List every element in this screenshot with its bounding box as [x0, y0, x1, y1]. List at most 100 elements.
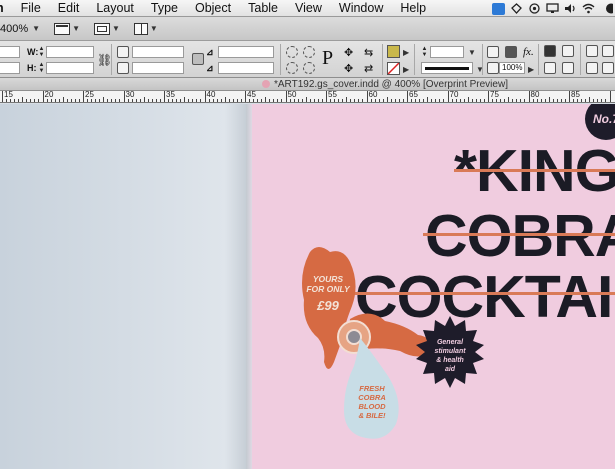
document-canvas[interactable]: No.7 *KING COBRA COCKTAIL YOURS FOR ONLY…: [0, 104, 615, 469]
zoom-level-menu[interactable]: 400% ▼: [0, 23, 40, 35]
ruler-tick: [564, 99, 566, 102]
link-scale-icon[interactable]: [192, 53, 204, 65]
menu-type[interactable]: Type: [142, 0, 186, 17]
auto-fit-icon[interactable]: [602, 62, 614, 74]
menu-window[interactable]: Window: [330, 0, 391, 17]
chevron-right-icon: ▶: [403, 48, 410, 57]
ruler-tick: [200, 99, 202, 102]
menu-app[interactable]: n: [0, 0, 12, 17]
y-field[interactable]: [0, 62, 20, 74]
constrain-proportions-icon[interactable]: ⛓: [97, 53, 112, 67]
menu-layout[interactable]: Layout: [87, 0, 142, 17]
align-right-icon[interactable]: [562, 45, 574, 57]
fill-swatch[interactable]: [387, 45, 400, 58]
select-container-icon[interactable]: ✥: [344, 46, 356, 59]
ruler-tick: [139, 99, 141, 102]
rotate-cw-icon[interactable]: [286, 46, 298, 58]
document-tab-title[interactable]: *ART192.gs_cover.indd @ 400% [Overprint …: [274, 78, 508, 91]
ruler-tick: [253, 99, 255, 102]
drop-shadow-icon[interactable]: [505, 46, 517, 58]
effects-icon[interactable]: [487, 46, 499, 58]
scale-x-field[interactable]: [132, 46, 184, 58]
menu-help[interactable]: Help: [391, 0, 434, 17]
sync-icon[interactable]: [509, 3, 523, 15]
screen-mode-button[interactable]: ▼: [93, 22, 120, 35]
grid-icon[interactable]: [586, 45, 598, 57]
user-icon[interactable]: [599, 3, 613, 15]
select-next-icon[interactable]: ⇆: [364, 46, 376, 59]
network-icon[interactable]: [527, 3, 541, 15]
rotate-ccw-icon[interactable]: [303, 46, 315, 58]
rotation-angle-field[interactable]: [218, 46, 274, 58]
guides-icon[interactable]: [602, 45, 614, 57]
menu-object[interactable]: Object: [186, 0, 239, 17]
height-field[interactable]: [46, 62, 94, 74]
volume-icon[interactable]: [563, 3, 577, 15]
menu-edit[interactable]: Edit: [49, 0, 88, 17]
ruler-tick: [443, 99, 445, 102]
blood-drop: FRESH COBRA BLOOD & BILE!: [344, 338, 399, 439]
ruler-tick: [386, 97, 388, 102]
ruler-tick: [358, 99, 360, 102]
ruler-tick: [188, 99, 190, 102]
ruler-tick: [70, 99, 72, 102]
fx-icon[interactable]: fx.: [523, 46, 535, 58]
frame-fitting-icon[interactable]: [586, 62, 598, 74]
stroke-weight-stepper[interactable]: ▲ ▼: [421, 46, 428, 58]
ruler-tick: [289, 99, 291, 102]
align-left-icon[interactable]: [544, 45, 556, 57]
ruler-tick: [431, 99, 433, 102]
ruler-tick: [321, 99, 323, 102]
arrange-documents-button[interactable]: ▼: [133, 22, 158, 35]
x-field[interactable]: [0, 46, 20, 58]
left-page: [0, 104, 250, 469]
close-document-icon[interactable]: [262, 80, 270, 88]
menu-file[interactable]: File: [12, 0, 49, 17]
ruler-tick: [249, 99, 251, 102]
ruler-tick: [326, 91, 327, 102]
ruler-tick: [143, 97, 145, 102]
opacity-field[interactable]: 100%: [499, 62, 525, 74]
ruler-tick: [605, 99, 607, 102]
stroke-swatch[interactable]: [387, 62, 400, 75]
ruler-label: 35: [166, 91, 175, 99]
columns-icon[interactable]: [562, 62, 574, 74]
wrap-icon[interactable]: [544, 62, 556, 74]
height-stepper[interactable]: ▲ ▼: [38, 62, 45, 74]
ruler-tick: [54, 99, 56, 102]
select-content-icon[interactable]: ✥: [344, 62, 356, 75]
ruler-tick: [277, 99, 279, 102]
dropbox-icon[interactable]: [492, 2, 505, 15]
width-field[interactable]: [46, 46, 94, 58]
view-options-button[interactable]: ▼: [54, 22, 80, 35]
flip-vertical-icon[interactable]: [303, 62, 315, 74]
stroke-type-select[interactable]: [421, 62, 473, 74]
ruler-tick: [305, 97, 307, 102]
ruler-tick: [14, 99, 16, 102]
ruler-tick: [516, 99, 518, 102]
scale-y-field[interactable]: [132, 62, 184, 74]
ruler-tick: [597, 99, 599, 102]
ruler-tick: [176, 99, 178, 102]
ruler-tick: [301, 99, 303, 102]
ruler-tick: [556, 99, 558, 102]
horizontal-ruler[interactable]: 15 20 25 30 35 40 45 50 55 60 65 70 75 80 85: [0, 91, 615, 103]
wifi-icon[interactable]: [581, 3, 595, 15]
reference-point-p[interactable]: P: [322, 47, 333, 69]
ruler-tick: [390, 99, 392, 102]
ruler-tick: [127, 99, 129, 102]
ruler-tick: [492, 99, 494, 102]
width-stepper[interactable]: ▲ ▼: [38, 46, 45, 58]
flip-horizontal-icon[interactable]: [286, 62, 298, 74]
menu-table[interactable]: Table: [239, 0, 286, 17]
ruler-tick: [216, 99, 218, 102]
stroke-weight-field[interactable]: [430, 46, 464, 58]
display-icon[interactable]: [545, 3, 559, 15]
screen-mode-icon: [93, 22, 110, 35]
shear-angle-field[interactable]: [218, 62, 274, 74]
select-previous-icon[interactable]: ⇄: [364, 62, 376, 75]
ruler-tick: [370, 99, 372, 102]
menu-view[interactable]: View: [286, 0, 330, 17]
ruler-tick: [520, 99, 522, 102]
ruler-tick: [471, 99, 473, 102]
